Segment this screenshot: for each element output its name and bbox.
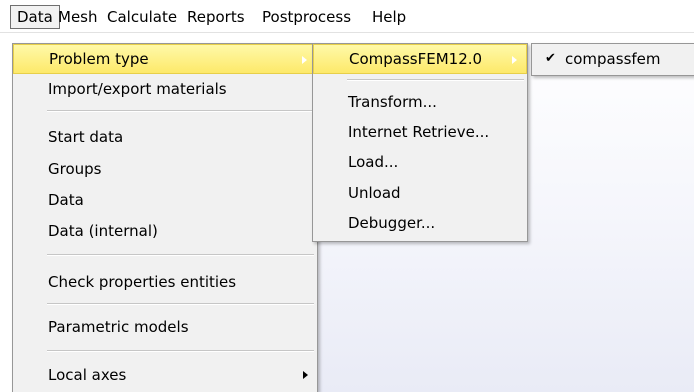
menu-item-label: Data (internal) bbox=[48, 222, 158, 240]
menu-postprocess[interactable]: Postprocess bbox=[256, 6, 357, 28]
checkmark-icon: ✔ bbox=[545, 51, 556, 66]
menu-separator bbox=[47, 110, 314, 112]
menu-item-label: Problem type bbox=[49, 50, 149, 68]
submenu-arrow-icon bbox=[302, 56, 307, 64]
menu-item-label: Check properties entities bbox=[48, 273, 237, 291]
submenu-arrow-icon bbox=[512, 56, 517, 64]
menu-item-label: Data bbox=[48, 191, 84, 209]
menu-item-label: compassfem bbox=[565, 50, 661, 68]
menu-bar: Data Mesh Calculate Reports Postprocess … bbox=[0, 0, 694, 33]
menu-item-label: Parametric models bbox=[48, 318, 189, 336]
menu-item-load[interactable]: Load... bbox=[313, 147, 527, 177]
menu-item-internet-retrieve[interactable]: Internet Retrieve... bbox=[313, 117, 527, 147]
menu-item-unload[interactable]: Unload bbox=[313, 178, 527, 208]
data-menu: Problem type Import/export materials Sta… bbox=[12, 43, 318, 392]
menu-reports[interactable]: Reports bbox=[181, 6, 251, 28]
menu-item-local-axes[interactable]: Local axes bbox=[13, 360, 317, 390]
menu-item-compassfem12[interactable]: CompassFEM12.0 bbox=[313, 44, 527, 74]
menu-item-data-internal[interactable]: Data (internal) bbox=[13, 216, 317, 246]
menu-item-label: Local axes bbox=[48, 366, 127, 384]
menu-item-label: Import/export materials bbox=[48, 80, 227, 98]
menu-separator bbox=[347, 79, 524, 81]
menu-item-compassfem[interactable]: ✔ compassfem bbox=[532, 44, 694, 74]
menu-item-label: Internet Retrieve... bbox=[348, 123, 490, 141]
menu-item-label: Load... bbox=[348, 153, 399, 171]
menu-help[interactable]: Help bbox=[366, 6, 412, 28]
menu-calculate[interactable]: Calculate bbox=[101, 6, 183, 28]
menu-item-groups[interactable]: Groups bbox=[13, 154, 317, 184]
menu-separator bbox=[47, 254, 314, 256]
menu-separator bbox=[47, 350, 314, 352]
menu-item-data[interactable]: Data bbox=[13, 185, 317, 215]
menu-item-transform[interactable]: Transform... bbox=[313, 87, 527, 117]
menu-item-label: Debugger... bbox=[348, 214, 436, 232]
menu-separator bbox=[47, 303, 314, 305]
menu-item-label: Unload bbox=[348, 184, 401, 202]
menu-item-problem-type[interactable]: Problem type bbox=[13, 44, 317, 74]
menu-item-label: CompassFEM12.0 bbox=[349, 50, 483, 68]
menu-item-label: Start data bbox=[48, 128, 124, 146]
menu-item-import-export-materials[interactable]: Import/export materials bbox=[13, 74, 317, 104]
submenu-arrow-icon bbox=[303, 371, 308, 379]
problem-type-submenu: CompassFEM12.0 Transform... Internet Ret… bbox=[312, 43, 528, 242]
menu-item-label: Groups bbox=[48, 160, 102, 178]
menu-mesh[interactable]: Mesh bbox=[52, 6, 104, 28]
menu-item-check-properties-entities[interactable]: Check properties entities bbox=[13, 267, 317, 297]
menu-item-debugger[interactable]: Debugger... bbox=[313, 208, 527, 238]
compassfem-submenu: ✔ compassfem bbox=[531, 43, 694, 76]
menu-item-parametric-models[interactable]: Parametric models bbox=[13, 312, 317, 342]
menu-item-label: Transform... bbox=[348, 93, 437, 111]
menu-item-start-data[interactable]: Start data bbox=[13, 122, 317, 152]
